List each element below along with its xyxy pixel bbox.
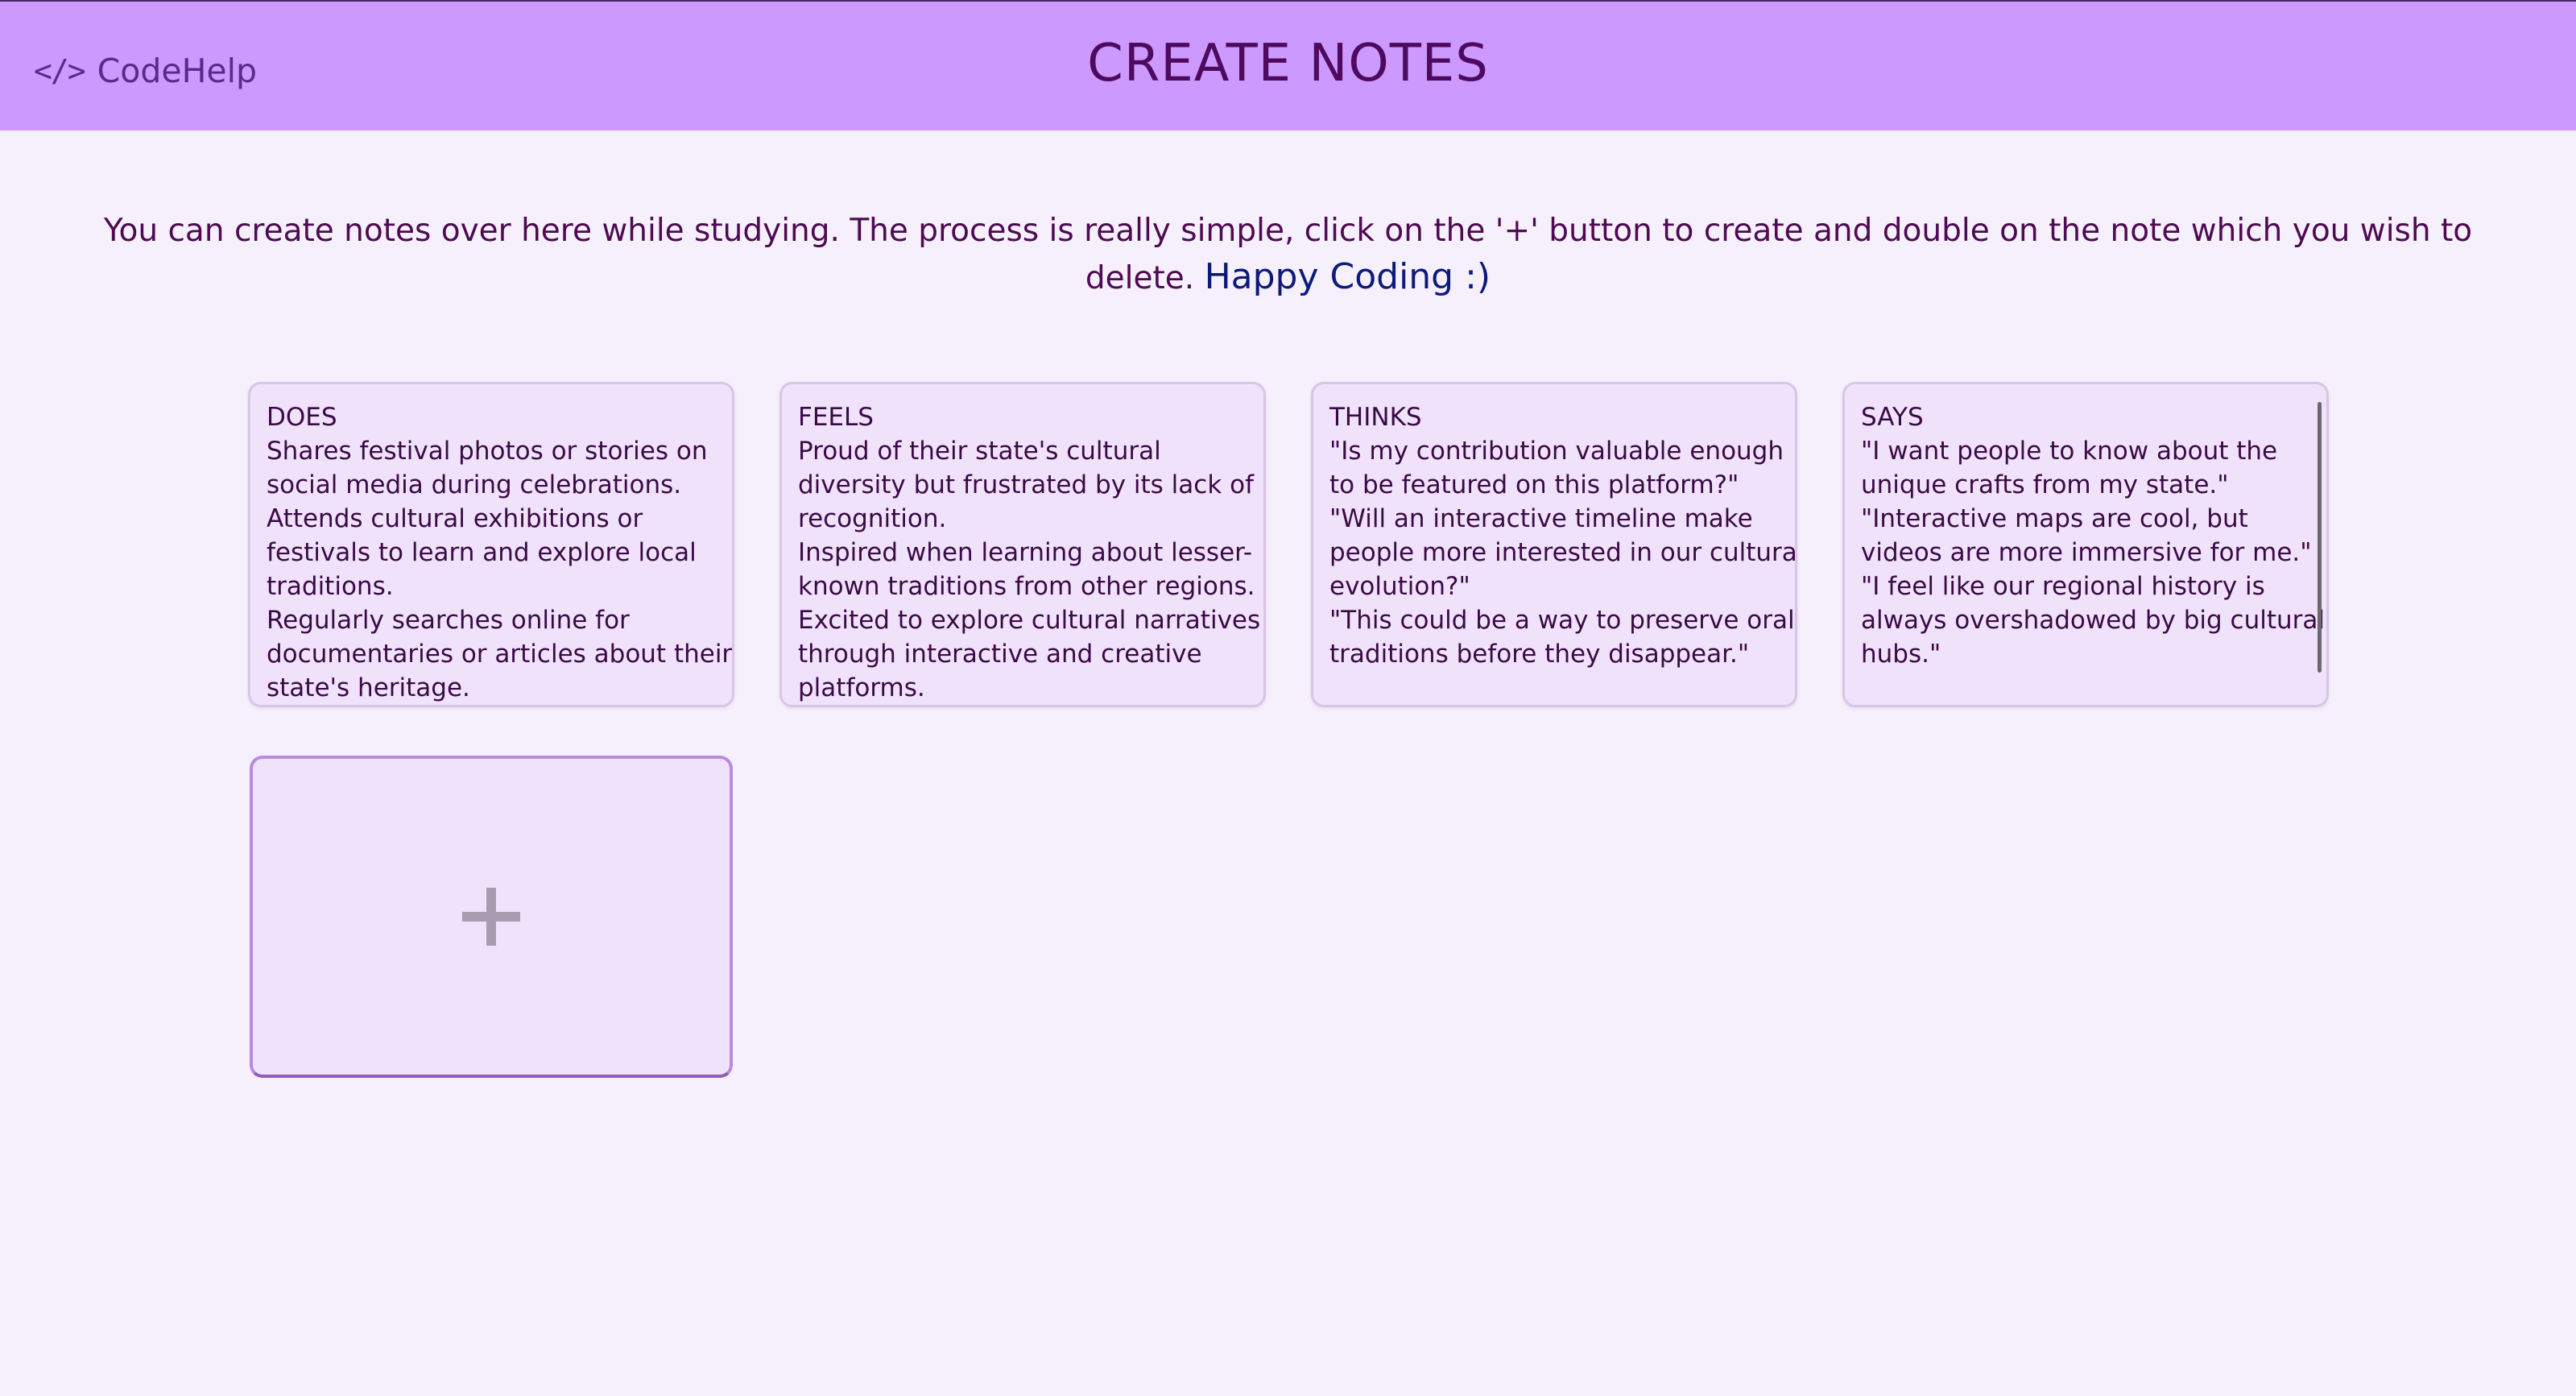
note-line: Inspired when learning about lesser-: [798, 538, 1253, 567]
note-line: documentaries or articles about their: [267, 640, 733, 669]
note-heading: DOES: [267, 403, 337, 432]
note-line: people more interested in our cultural: [1329, 538, 1797, 567]
note-heading: SAYS: [1861, 403, 1924, 432]
note-does[interactable]: DOES Shares festival photos or stories o…: [248, 382, 734, 707]
intro-text: You can create notes over here while stu…: [97, 208, 2479, 301]
note-line: videos are more immersive for me.": [1861, 538, 2312, 567]
note-line: Proud of their state's cultural: [798, 437, 1161, 466]
note-heading: FEELS: [798, 403, 874, 432]
note-line: through interactive and creative: [798, 640, 1202, 669]
page-title: CREATE NOTES: [1087, 34, 1489, 93]
note-line: Attends cultural exhibitions or: [267, 504, 643, 533]
note-line: recognition.: [798, 504, 947, 533]
note-line: "Will an interactive timeline make: [1329, 504, 1753, 533]
note-line: platforms.: [798, 673, 925, 702]
note-line: traditions before they disappear.": [1329, 640, 1750, 669]
note-thinks[interactable]: THINKS "Is my contribution valuable enou…: [1311, 382, 1797, 707]
note-line: to be featured on this platform?": [1329, 470, 1739, 499]
note-line: hubs.": [1861, 640, 1941, 669]
note-line: social media during celebrations.: [267, 470, 682, 499]
note-line: known traditions from other regions.: [798, 572, 1255, 601]
note-line: "I feel like our regional history is: [1861, 572, 2265, 601]
note-line: Shares festival photos or stories on: [267, 437, 708, 466]
note-line: diversity but frustrated by its lack of: [798, 470, 1255, 499]
plus-icon: [462, 888, 520, 946]
note-line: traditions.: [267, 572, 394, 601]
note-line: state's heritage.: [267, 673, 470, 702]
note-line: unique crafts from my state.": [1861, 470, 2229, 499]
add-note-button[interactable]: [250, 756, 733, 1078]
note-line: Excited to explore cultural narratives: [798, 606, 1261, 635]
note-line: festivals to learn and explore local: [267, 538, 697, 567]
note-line: Regularly searches online for: [267, 606, 630, 635]
note-line: always overshadowed by big cultural: [1861, 606, 2325, 635]
note-line: "Interactive maps are cool, but: [1861, 504, 2248, 533]
intro-highlight: Happy Coding :): [1204, 256, 1491, 297]
note-heading: THINKS: [1329, 403, 1422, 432]
note-line: evolution?": [1329, 572, 1470, 601]
note-scrollbar[interactable]: [2318, 402, 2322, 673]
note-feels[interactable]: FEELS Proud of their state's cultural di…: [779, 382, 1266, 707]
note-line: "Is my contribution valuable enough: [1329, 437, 1784, 466]
note-line: "I want people to know about the: [1861, 437, 2278, 466]
note-says[interactable]: SAYS "I want people to know about the un…: [1842, 382, 2329, 707]
top-bar: </> CodeHelp CREATE NOTES: [0, 0, 2576, 130]
note-line: "This could be a way to preserve oral: [1329, 606, 1795, 635]
